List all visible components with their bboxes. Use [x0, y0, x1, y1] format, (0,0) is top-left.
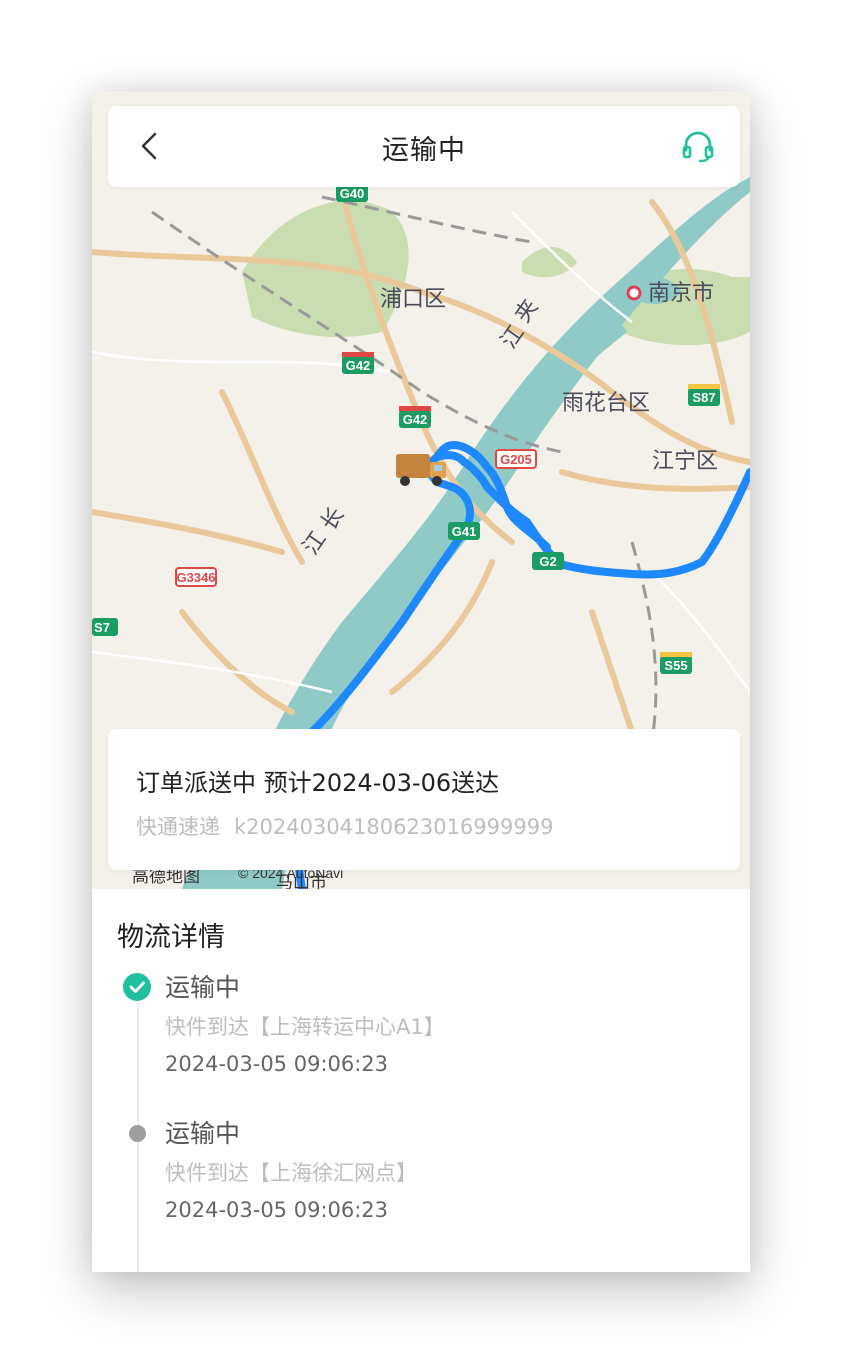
svg-text:G2: G2 [539, 554, 556, 569]
customer-service-button[interactable] [678, 126, 718, 166]
svg-text:江: 江 [298, 526, 331, 558]
svg-text:浦口区: 浦口区 [380, 286, 446, 311]
page-title: 运输中 [382, 135, 466, 166]
timeline-dot-icon [129, 1125, 146, 1142]
svg-text:G42: G42 [346, 358, 371, 373]
event-time: 2024-03-05 09:06:23 [165, 1198, 389, 1222]
svg-text:G41: G41 [452, 524, 477, 539]
svg-text:南京市: 南京市 [648, 280, 714, 305]
section-title: 物流详情 [117, 922, 225, 953]
header-bar: 运输中 [108, 106, 740, 187]
svg-text:雨花台区: 雨花台区 [562, 390, 650, 415]
event-time: 2024-03-05 09:06:23 [165, 1052, 389, 1076]
map-view[interactable]: G40 G42 G42 G205 S87 G3346 S7 S55 G41 G2 [92, 92, 750, 889]
tracking-number[interactable]: k20240304180623016999999 [234, 815, 553, 839]
phone-frame: G40 G42 G42 G205 S87 G3346 S7 S55 G41 G2 [92, 92, 750, 1272]
event-status: 运输中 [165, 973, 241, 1002]
tracking-info: 快通速递 k20240304180623016999999 [136, 811, 553, 841]
svg-text:G40: G40 [340, 186, 365, 201]
svg-text:S7: S7 [94, 620, 110, 635]
svg-text:S55: S55 [664, 658, 687, 673]
svg-text:马山市: 马山市 [276, 873, 327, 889]
svg-text:S87: S87 [692, 390, 715, 405]
event-status: 运输中 [165, 1119, 241, 1148]
svg-text:夹: 夹 [510, 294, 543, 326]
svg-text:G3346: G3346 [176, 570, 215, 585]
delivery-status-card: 订单派送中 预计2024-03-06送达 快通速递 k20240304180623… [108, 729, 740, 870]
carrier-name: 快通速递 [136, 815, 220, 839]
delivery-status: 订单派送中 预计2024-03-06送达 [136, 769, 500, 797]
logistics-details: 物流详情 运输中 快件到达【上海转运中心A1】 2024-03-05 09:06… [92, 889, 750, 1272]
svg-text:G205: G205 [500, 452, 532, 467]
event-description: 快件到达【上海徐汇网点】 [165, 1161, 417, 1185]
svg-text:江宁区: 江宁区 [652, 448, 718, 473]
check-circle-icon [123, 973, 151, 1001]
headset-icon [682, 131, 714, 163]
svg-text:长: 长 [316, 502, 349, 534]
event-description: 快件到达【上海转运中心A1】 [165, 1015, 445, 1039]
svg-text:G42: G42 [403, 412, 428, 427]
